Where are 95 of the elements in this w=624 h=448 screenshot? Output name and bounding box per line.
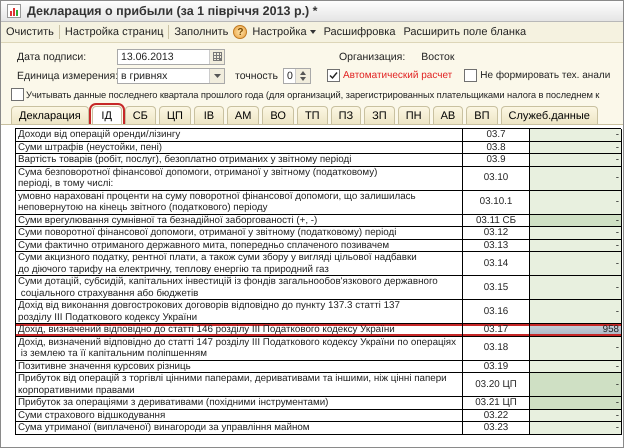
value-cell[interactable]: - — [530, 373, 622, 397]
row-code: 03.15 — [463, 276, 530, 300]
row-code: 03.21 ЦП — [463, 397, 530, 410]
tab[interactable]: ВО — [262, 106, 294, 124]
value-cell[interactable]: - — [530, 166, 622, 190]
unit-dropdown[interactable]: в гривнях — [117, 68, 225, 84]
checkbox-label: Автоматический расчет — [342, 70, 452, 81]
tab[interactable]: Декларация — [11, 106, 89, 124]
value-cell[interactable]: - — [530, 422, 622, 434]
caret-icon — [310, 30, 316, 34]
row-code: 03.14 — [463, 252, 530, 276]
row-code: 03.10 — [463, 166, 530, 190]
row-description: Суми врегулювання сумнівної та безнадійної заборгованості (+, -) — [16, 214, 463, 227]
window-title: Декларация о прибыли (за 1 півріччя 2013 р.) * — [27, 4, 318, 18]
value-cell[interactable]: - — [530, 410, 622, 422]
value-cell[interactable]: - — [530, 276, 622, 300]
value-cell[interactable]: - — [530, 214, 622, 227]
tab[interactable]: АВ — [432, 106, 464, 124]
row-code: 03.18 — [463, 336, 530, 360]
row-description: Прибуток за операціями з деривативами (похідними інструментами) — [16, 397, 463, 410]
date-field[interactable]: 13.06.2013 — [117, 48, 225, 64]
tab[interactable]: ІД — [92, 106, 122, 124]
calendar-icon[interactable] — [209, 50, 224, 64]
value-cell[interactable]: - — [530, 154, 622, 166]
row-description: Вартість товарів (робіт, послуг), безоплатно отриманих у звітному періоді — [16, 154, 463, 166]
value-cell[interactable]: - — [530, 142, 622, 154]
toolbar-button[interactable]: Настройка страниц — [62, 24, 166, 40]
value-cell[interactable]: - — [530, 190, 622, 214]
row-code: 03.9 — [463, 154, 530, 166]
row-description: Сума утриманої (виплаченої) винагороди за управління майном — [16, 422, 463, 434]
tab[interactable]: ПН — [398, 106, 430, 124]
row-description: Суми дотацій, субсидій, капітальних інвестицій із фондів загальнообов'язкового державного соціального страхування або бюджетів — [16, 276, 463, 300]
row-code: 03.11 СБ — [463, 214, 530, 227]
row-description: Доходи від операцій оренди/лізингу — [16, 129, 463, 142]
value-cell[interactable]: - — [530, 252, 622, 276]
row-description: Суми фактично отриманого державного мита, попередньо сплаченого позивачем — [16, 240, 463, 252]
row-description: Сума безповоротної фінансової допомоги, отриманої у звітному (податковому) періоді, в тому числі: — [16, 166, 463, 190]
row-code: 03.7 — [463, 129, 530, 142]
tab[interactable]: ТП — [296, 106, 328, 124]
checkbox-label: Не формировать тех. анали — [480, 70, 610, 81]
tab[interactable]: ЦП — [158, 106, 191, 124]
value-cell[interactable]: - — [530, 336, 622, 360]
row-code: 03.19 — [463, 360, 530, 373]
row-code: 03.23 — [463, 422, 530, 434]
tab[interactable]: Служеб.данные — [500, 106, 598, 124]
row-description: Суми штрафів (неустойки, пені) — [16, 142, 463, 154]
row-code: 03.8 — [463, 142, 530, 154]
toolbar-button[interactable]: Расшифровка — [320, 24, 398, 40]
checkbox-label: Учитывать данные последнего квартала прошлого года (для организаций, зарегистрированных плательщиками налога в последнем к — [26, 89, 600, 100]
tab[interactable]: ЗП — [364, 106, 395, 124]
value-cell[interactable]: - — [530, 360, 622, 373]
value-cell[interactable]: - — [530, 300, 622, 324]
caret-icon[interactable] — [209, 68, 224, 82]
row-description: Дохід, визначений відповідно до статті 146 розділу ІІІ Податкового кодексу України — [16, 324, 463, 336]
row-code: 03.12 — [463, 227, 530, 240]
field-label: Организация: — [339, 50, 406, 62]
precision-spinner[interactable]: 0 — [282, 68, 311, 84]
row-description: Позитивне значення курсових різниць — [16, 360, 463, 373]
help-button[interactable]: ? — [233, 25, 248, 39]
toolbar-button[interactable]: Очистить — [3, 24, 57, 40]
row-code: 03.16 — [463, 300, 530, 324]
row-code: 03.10.1 — [463, 190, 530, 214]
field-label: точность — [235, 70, 278, 82]
row-description: Суми поворотної фінансової допомоги, отриманої у звітному (податковому) періоді — [16, 227, 463, 240]
row-code: 03.13 — [463, 240, 530, 252]
value-cell[interactable]: - — [530, 227, 622, 240]
toolbar-menu-button[interactable]: Настройка — [249, 24, 319, 40]
tab[interactable]: СБ — [124, 106, 156, 124]
row-code: 03.20 ЦП — [463, 373, 530, 397]
row-description: Суми страхового відшкодування — [16, 410, 463, 422]
row-code: 03.22 — [463, 410, 530, 422]
chart-icon — [7, 4, 21, 18]
organization-value: Восток — [421, 50, 454, 62]
checkbox[interactable] — [464, 69, 478, 82]
row-description: Прибуток від операцій з торгівлі цінними паперами, деривативами та іншими, ніж цінні папери корпоративними правами — [16, 373, 463, 397]
tab[interactable]: ПЗ — [330, 106, 362, 124]
value-cell[interactable]: - — [530, 397, 622, 410]
row-description: умовно нараховані проценти на суму поворотної фінансової допомоги, що залишилась неповернутою на кінець звітного (податкового) періоду — [16, 190, 463, 214]
value-cell[interactable]: 958 — [530, 324, 622, 336]
value-cell[interactable]: - — [530, 240, 622, 252]
value-cell[interactable]: - — [530, 129, 622, 142]
tab[interactable]: ВП — [466, 106, 498, 124]
field-label: Дата подписи: — [16, 50, 88, 62]
toolbar-button[interactable]: Заполнить — [171, 24, 232, 40]
toolbar-button[interactable]: Расширить поле бланка — [400, 24, 530, 40]
spinner-arrows-icon[interactable] — [294, 68, 310, 82]
tab[interactable]: ІВ — [194, 106, 224, 124]
checkbox[interactable] — [11, 88, 24, 101]
row-description: Дохід, визначений відповідно до статті 147 розділу ІІІ Податкового кодексу України по операціях із землею та її капітальним поліпшенням — [16, 336, 463, 360]
row-description: Дохід від виконання довгострокових договорів відповідно до пункту 137.3 статті 137 розділу ІІІ Податкового кодексу України — [16, 300, 463, 324]
row-description: Суми акцизного податку, рентної плати, а також суми збору у вигляді цільової надбавки до діючого тарифу на електричну, теплову енергію та природний газ — [16, 252, 463, 276]
row-code: 03.17 — [463, 324, 530, 336]
field-label: Единица измерения: — [16, 70, 117, 82]
tab[interactable]: АМ — [226, 106, 260, 124]
checkbox[interactable] — [326, 69, 340, 82]
